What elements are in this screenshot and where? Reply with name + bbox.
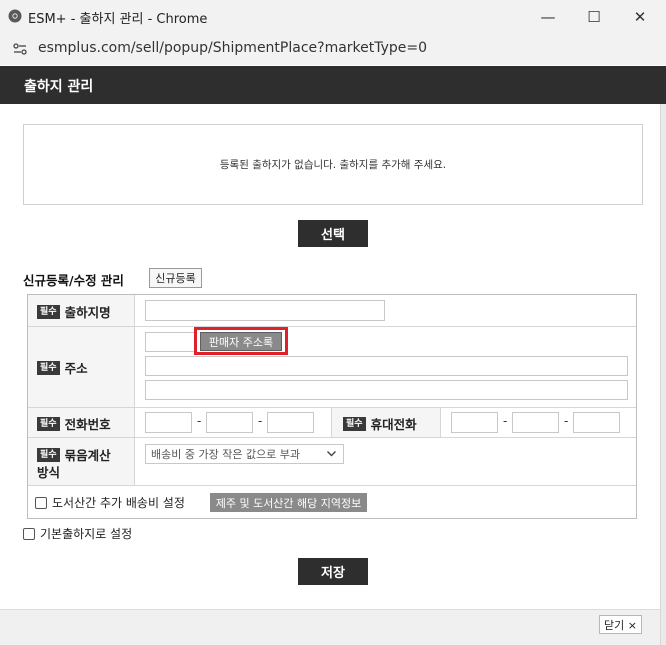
phone-part2-input[interactable] bbox=[206, 412, 253, 433]
shipment-place-list: 등록된 출하지가 없습니다. 출하지를 추가해 주세요. bbox=[23, 124, 643, 205]
address-label-text: 주소 bbox=[64, 361, 88, 376]
phone-separator: - bbox=[197, 414, 202, 428]
mobile-label: 필수 휴대전화 bbox=[343, 414, 417, 433]
maximize-button[interactable]: ☐ bbox=[571, 0, 617, 33]
zipcode-input[interactable] bbox=[145, 332, 197, 352]
phone-part1-input[interactable] bbox=[145, 412, 192, 433]
shipment-name-label: 필수 출하지명 bbox=[37, 302, 111, 321]
shipment-name-label-text: 출하지명 bbox=[64, 305, 111, 320]
mobile-part3-input[interactable] bbox=[573, 412, 620, 433]
site-settings-icon[interactable] bbox=[12, 41, 28, 57]
bundle-method-select[interactable]: 배송비 중 가장 작은 값으로 부과 bbox=[145, 444, 344, 464]
url-text[interactable]: esmplus.com/sell/popup/ShipmentPlace?mar… bbox=[38, 40, 427, 56]
row-divider bbox=[28, 407, 636, 408]
phone-separator: - bbox=[258, 414, 263, 428]
window-titlebar: ESM+ - 출하지 관리 - Chrome — ☐ ✕ bbox=[0, 0, 666, 33]
chevron-down-icon bbox=[327, 451, 336, 457]
required-badge: 필수 bbox=[37, 447, 60, 462]
address-bar: esmplus.com/sell/popup/ShipmentPlace?mar… bbox=[0, 33, 666, 65]
phone-separator: - bbox=[503, 414, 508, 428]
address-line1-input[interactable] bbox=[145, 356, 628, 376]
required-badge: 필수 bbox=[343, 416, 366, 431]
default-shipment-label: 기본출하지로 설정 bbox=[40, 527, 133, 541]
phone-part3-input[interactable] bbox=[267, 412, 314, 433]
window-title: ESM+ - 출하지 관리 - Chrome bbox=[28, 12, 208, 27]
minimize-button[interactable]: — bbox=[525, 0, 571, 33]
column-divider bbox=[440, 408, 441, 437]
required-badge: 필수 bbox=[37, 360, 60, 375]
island-fee-label: 도서산간 추가 배송비 설정 bbox=[52, 496, 185, 510]
address-label: 필수 주소 bbox=[37, 358, 88, 377]
phone-label: 필수 전화번호 bbox=[37, 414, 111, 433]
island-fee-checkbox[interactable] bbox=[35, 497, 47, 509]
close-window-button[interactable]: ✕ bbox=[617, 0, 663, 33]
column-divider bbox=[331, 408, 332, 437]
region-info-button[interactable]: 제주 및 도서산간 해당 지역정보 bbox=[210, 493, 367, 512]
required-badge: 필수 bbox=[37, 304, 60, 319]
row-divider bbox=[28, 326, 636, 327]
section-title: 신규등록/수정 관리 bbox=[23, 273, 124, 288]
page-header: 출하지 관리 bbox=[0, 66, 666, 104]
empty-message: 등록된 출하지가 없습니다. 출하지를 추가해 주세요. bbox=[219, 159, 447, 171]
bundle-method-label-cont: 방식 bbox=[37, 462, 60, 481]
required-badge: 필수 bbox=[37, 416, 60, 431]
phone-separator: - bbox=[564, 414, 569, 428]
row-divider bbox=[28, 437, 636, 438]
select-button[interactable]: 선택 bbox=[298, 220, 368, 247]
mobile-label-text: 휴대전화 bbox=[370, 417, 417, 432]
popup-footer bbox=[0, 609, 660, 645]
bundle-method-selected: 배송비 중 가장 작은 값으로 부과 bbox=[151, 448, 301, 461]
bundle-method-label-line1: 묶음계산 bbox=[64, 448, 111, 463]
save-button[interactable]: 저장 bbox=[298, 558, 368, 585]
page-title: 출하지 관리 bbox=[24, 79, 94, 95]
mobile-part1-input[interactable] bbox=[451, 412, 498, 433]
seller-address-book-button[interactable]: 판매자 주소록 bbox=[200, 332, 282, 351]
new-registration-button[interactable]: 신규등록 bbox=[149, 268, 202, 288]
chrome-icon bbox=[8, 9, 22, 23]
bundle-method-label-line2: 방식 bbox=[37, 465, 61, 480]
scrollbar[interactable] bbox=[660, 104, 666, 645]
shipment-name-input[interactable] bbox=[145, 300, 385, 321]
address-line2-input[interactable] bbox=[145, 380, 628, 400]
default-shipment-checkbox[interactable] bbox=[23, 528, 35, 540]
close-popup-button[interactable]: 닫기 × bbox=[599, 615, 642, 634]
column-divider bbox=[134, 295, 135, 485]
phone-label-text: 전화번호 bbox=[64, 417, 111, 432]
mobile-part2-input[interactable] bbox=[512, 412, 559, 433]
row-divider bbox=[28, 485, 636, 486]
